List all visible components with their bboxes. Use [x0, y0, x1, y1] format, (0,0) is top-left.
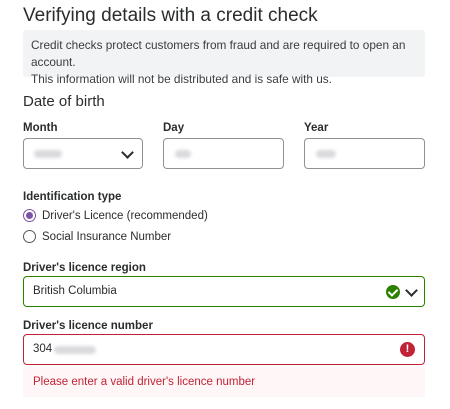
check-circle-icon: [386, 285, 400, 299]
day-label: Day: [163, 122, 185, 134]
identification-type-label: Identification type: [23, 191, 122, 203]
year-value-redacted: [316, 149, 336, 158]
region-value: British Columbia: [33, 285, 117, 297]
region-select[interactable]: British Columbia: [23, 276, 425, 307]
month-label: Month: [23, 122, 58, 134]
chevron-down-icon: [405, 284, 418, 297]
licence-number-input[interactable]: 304 !: [23, 334, 425, 365]
year-input[interactable]: [304, 138, 425, 169]
licence-number-redacted: [54, 346, 96, 354]
licence-error-message: Please enter a valid driver's licence nu…: [23, 367, 425, 397]
month-value-redacted: [34, 149, 62, 158]
day-value-redacted: [175, 149, 191, 158]
info-text-line2: This information will not be distributed…: [31, 72, 332, 86]
info-text-line1: Credit checks protect customers from fra…: [31, 38, 406, 69]
licence-number-value: 304: [33, 343, 53, 355]
radio-drivers-licence-label: Driver's Licence (recommended): [42, 209, 208, 222]
region-label: Driver's licence region: [23, 262, 146, 274]
error-text: Please enter a valid driver's licence nu…: [33, 376, 256, 388]
page-title: Verifying details with a credit check: [23, 5, 318, 26]
dob-section-title: Date of birth: [23, 93, 105, 110]
radio-sin-label: Social Insurance Number: [42, 230, 172, 243]
radio-unchecked-icon[interactable]: [23, 230, 36, 243]
radio-checked-icon[interactable]: [23, 209, 36, 222]
licence-number-label: Driver's licence number: [23, 320, 153, 332]
exclamation-circle-icon: !: [400, 342, 415, 357]
day-input[interactable]: [163, 138, 284, 169]
info-notice: Credit checks protect customers from fra…: [23, 30, 425, 86]
radio-drivers-licence[interactable]: Driver's Licence (recommended): [23, 209, 208, 222]
month-select[interactable]: [23, 138, 143, 169]
radio-sin[interactable]: Social Insurance Number: [23, 230, 171, 243]
year-label: Year: [304, 122, 329, 134]
chevron-down-icon: [121, 146, 134, 159]
